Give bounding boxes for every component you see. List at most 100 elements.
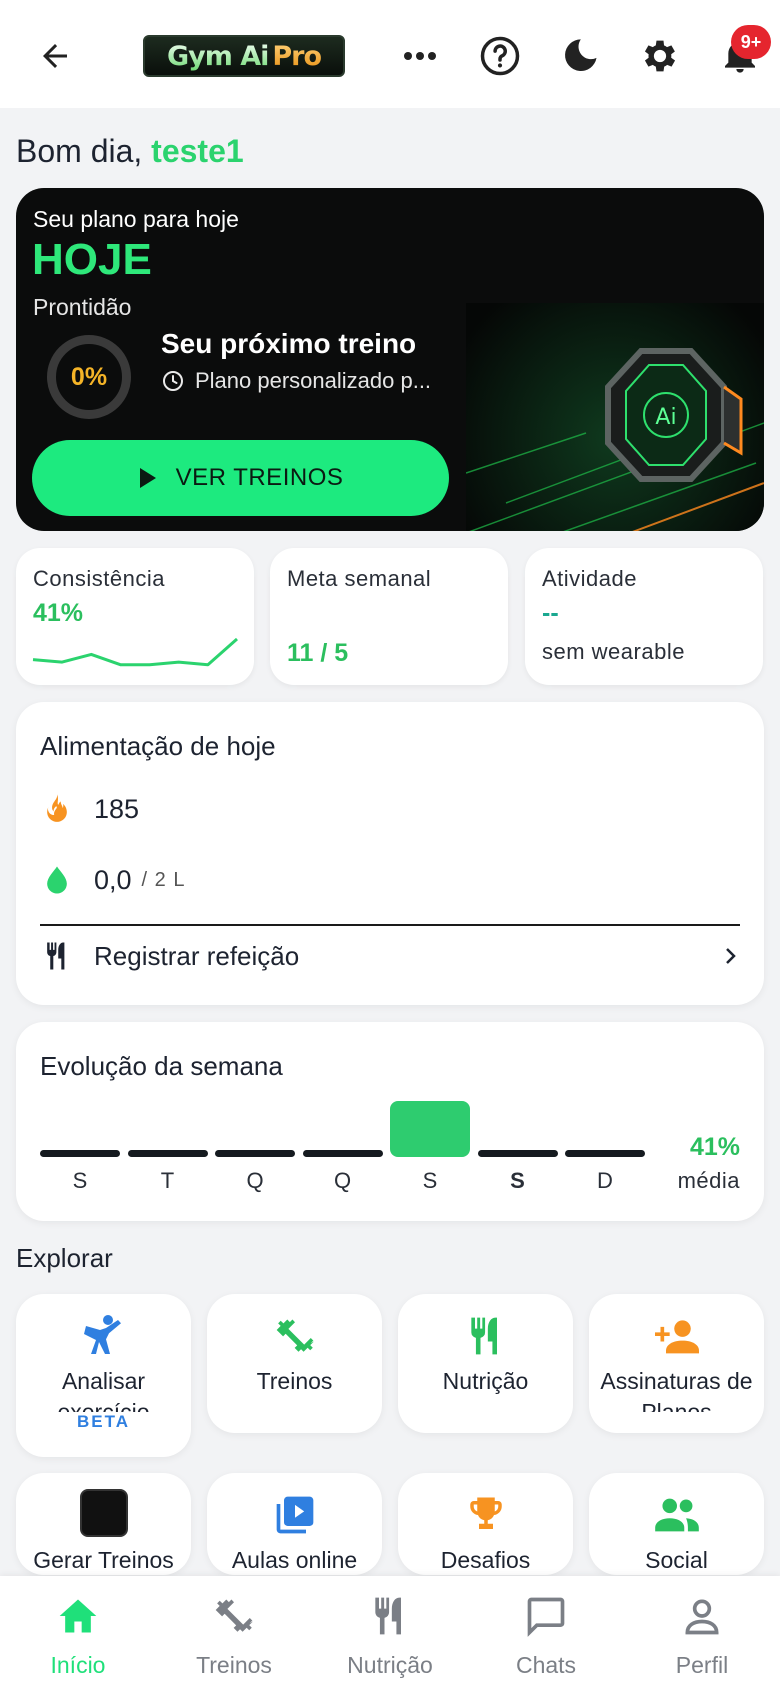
app-logo: Gym Ai Pro xyxy=(143,35,345,77)
tile-generate-workouts[interactable]: Gerar Treinos xyxy=(16,1473,191,1575)
tile-challenges-label: Desafios xyxy=(440,1547,531,1573)
tile-workouts[interactable]: Treinos xyxy=(207,1294,382,1433)
tile-generate-workouts-label: Gerar Treinos xyxy=(33,1547,174,1573)
week-day-label: S xyxy=(72,1168,88,1193)
week-day-label: D xyxy=(597,1168,613,1193)
readiness-ring: 0% xyxy=(47,335,131,419)
consistency-label: Consistência xyxy=(33,566,165,591)
activity-value: -- xyxy=(542,599,559,627)
view-workouts-label: VER TREINOS xyxy=(175,464,344,491)
tile-nutrition-label: Nutrição xyxy=(442,1368,529,1394)
nav-chats-label: Chats xyxy=(515,1652,577,1678)
ai-dumbbell-image: Ai xyxy=(466,303,764,531)
weekly-goal-label: Meta semanal xyxy=(287,566,432,591)
week-bar-6 xyxy=(565,1150,645,1157)
nav-home-label: Início xyxy=(50,1652,106,1678)
consistency-value: 41% xyxy=(33,599,84,627)
activity-label: Atividade xyxy=(542,566,638,591)
log-meal-button[interactable]: Registrar refeição xyxy=(42,940,742,972)
people-icon xyxy=(654,1498,699,1532)
cutlery-icon xyxy=(470,1317,497,1355)
next-workout-title: Seu próximo treino xyxy=(161,328,417,359)
week-bar-3 xyxy=(302,1150,383,1157)
explore-title: Explorar xyxy=(16,1243,113,1273)
week-bar-2 xyxy=(215,1150,295,1157)
add-person-icon xyxy=(654,1320,699,1354)
nav-profile-label: Perfil xyxy=(675,1652,729,1678)
tile-plan-subscriptions-label: Assinaturas de Planos xyxy=(600,1368,753,1412)
week-average-value: 41% xyxy=(689,1133,740,1161)
calories-value: 185 xyxy=(94,793,140,824)
tile-analyze-exercise[interactable]: Analisar exercício BETA xyxy=(16,1294,191,1457)
trophy-icon xyxy=(469,1497,502,1529)
food-title: Alimentação de hoje xyxy=(40,731,276,761)
nav-profile[interactable]: Perfil xyxy=(624,1576,780,1688)
tile-workouts-label: Treinos xyxy=(256,1368,333,1394)
next-workout-subtitle: Plano personalizado p... xyxy=(161,368,461,394)
nav-chats[interactable]: Chats xyxy=(468,1576,624,1688)
tile-challenges[interactable]: Desafios xyxy=(398,1473,573,1575)
week-bar-5 xyxy=(477,1150,558,1157)
greeting-username: teste1 xyxy=(151,133,244,169)
tile-analyze-exercise-label: Analisar exercício xyxy=(57,1368,150,1412)
water-row: 0,0 / 2 L xyxy=(42,864,185,896)
gym-ai-app-icon xyxy=(79,1489,128,1537)
week-bar-0 xyxy=(40,1150,120,1157)
nav-home[interactable]: Início xyxy=(0,1576,156,1688)
view-workouts-button[interactable]: VER TREINOS xyxy=(32,440,449,516)
week-day-label: Q xyxy=(333,1168,352,1193)
calories-row: 185 xyxy=(42,793,139,825)
chevron-right-icon xyxy=(726,948,736,964)
more-icon[interactable] xyxy=(394,30,446,82)
dark-mode-icon[interactable] xyxy=(554,30,606,82)
tile-social[interactable]: Social xyxy=(589,1473,764,1575)
video-library-icon xyxy=(276,1496,313,1534)
flame-icon xyxy=(47,794,67,822)
settings-icon[interactable] xyxy=(634,30,686,82)
app-header: Gym Ai Pro 9+ xyxy=(0,0,780,108)
week-day-label: T xyxy=(160,1168,175,1193)
kick-icon xyxy=(83,1315,121,1354)
greeting-prefix: Bom dia, xyxy=(16,133,143,169)
next-workout-subtitle-text: Plano personalizado p... xyxy=(195,368,432,393)
activity-card[interactable]: Atividade -- sem wearable xyxy=(525,548,763,685)
water-value: 0,0 xyxy=(94,864,132,895)
week-average-label: média xyxy=(677,1168,740,1193)
chat-icon xyxy=(527,1597,565,1637)
beta-badge: BETA xyxy=(76,1412,130,1431)
dumbbell-icon xyxy=(276,1319,314,1352)
cutlery-icon xyxy=(375,1597,401,1635)
tile-online-classes[interactable]: Aulas online xyxy=(207,1473,382,1575)
tile-nutrition[interactable]: Nutrição xyxy=(398,1294,573,1433)
today-plan-card[interactable]: Ai Seu plano para hoje HOJE Prontidão 0%… xyxy=(16,188,764,531)
weekly-goal-value: 11 / 5 xyxy=(287,639,349,667)
readiness-value: 0% xyxy=(70,362,108,391)
person-icon xyxy=(685,1599,719,1635)
food-divider xyxy=(40,924,740,926)
food-today-card: Alimentação de hoje 185 0,0 / 2 L Regist… xyxy=(16,702,764,1005)
tile-online-classes-label: Aulas online xyxy=(231,1547,358,1573)
sparkline-series xyxy=(32,637,238,667)
week-title: Evolução da semana xyxy=(40,1051,283,1081)
clock-icon xyxy=(163,371,183,391)
nav-nutrition-label: Nutrição xyxy=(347,1652,433,1678)
water-drop-icon xyxy=(47,866,67,894)
week-bar-1 xyxy=(127,1150,208,1157)
tile-plan-subscriptions[interactable]: Assinaturas de Planos xyxy=(589,1294,764,1433)
nav-workouts-label: Treinos xyxy=(196,1652,272,1678)
nav-nutrition[interactable]: Nutrição xyxy=(312,1576,468,1688)
plan-label: Seu plano para hoje xyxy=(33,206,239,232)
week-day-label: Q xyxy=(246,1168,264,1193)
plan-title: HOJE xyxy=(32,235,152,284)
nav-workouts[interactable]: Treinos xyxy=(156,1576,312,1688)
cutlery-icon xyxy=(47,942,65,970)
dumbbell-icon xyxy=(215,1599,254,1632)
play-icon xyxy=(139,468,156,488)
consistency-card[interactable]: Consistência 41% xyxy=(16,548,254,685)
weekly-goal-card[interactable]: Meta semanal 11 / 5 xyxy=(270,548,508,685)
week-day-label: S xyxy=(422,1168,438,1193)
water-unit: / 2 L xyxy=(141,868,186,891)
home-icon xyxy=(59,1599,97,1633)
help-icon[interactable] xyxy=(474,30,526,82)
back-arrow-icon[interactable] xyxy=(29,30,81,82)
